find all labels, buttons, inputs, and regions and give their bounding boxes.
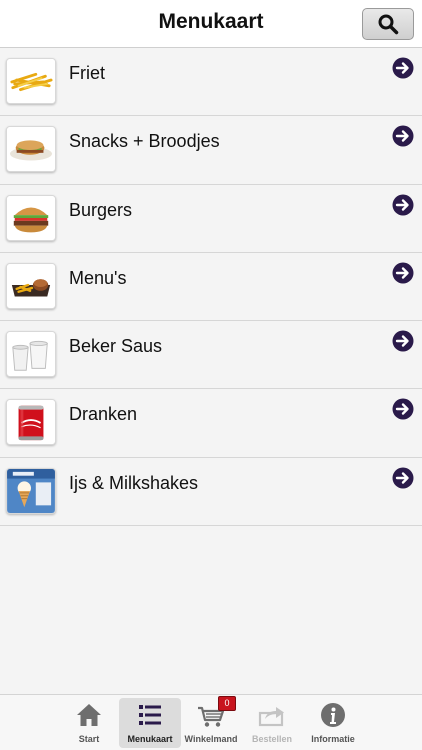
snacks-thumbnail [6,126,56,173]
share-icon [258,707,284,727]
menu-item-label: Menu's [69,267,127,288]
page-title: Menukaart [158,10,264,33]
menu-item-menus[interactable]: Menu's [0,252,422,322]
fries-thumbnail [6,58,56,104]
menu-item-ijs-milkshakes[interactable]: Ijs & Milkshakes [0,457,422,527]
menu-category-list: Friet Snacks + Broodjes Burgers Menu's B… [0,48,422,527]
menu-item-label: Ijs & Milkshakes [69,472,199,493]
tab-informatie[interactable]: Informatie [302,698,364,748]
arrow-right-icon[interactable] [392,57,414,79]
menu-item-dranken[interactable]: Dranken [0,389,422,458]
info-icon [321,703,345,727]
arrow-right-icon[interactable] [392,467,414,489]
tab-label: Informatie [311,734,355,744]
list-icon [139,705,161,725]
search-icon [378,14,399,35]
home-icon [77,704,101,726]
menu-item-friet[interactable]: Friet [0,48,422,117]
arrow-right-icon[interactable] [392,125,414,147]
menu-item-burgers[interactable]: Burgers [0,184,422,253]
cart-count-badge: 0 [218,696,236,711]
menu-item-label: Burgers [69,199,133,220]
tab-bestellen[interactable]: Bestellen [241,698,303,748]
tab-label: Start [78,734,100,744]
menu-item-label: Beker Saus [69,336,163,357]
arrow-right-icon[interactable] [392,398,414,420]
burger-thumbnail [6,194,56,241]
menu-tray-thumbnail [6,262,56,309]
menu-item-snacks-broodjes[interactable]: Snacks + Broodjes [0,116,422,185]
sauce-cups-thumbnail [6,331,56,378]
tab-winkelmand[interactable]: 0 Winkelmand [180,696,242,748]
search-button[interactable] [362,8,414,40]
tab-label: Menukaart [127,734,173,744]
tab-start[interactable]: Start [58,698,120,748]
menu-item-label: Snacks + Broodjes [69,131,220,152]
navigation-bar: Menukaart [0,0,422,48]
ice-cream-thumbnail [6,467,56,514]
arrow-right-icon[interactable] [392,262,414,284]
arrow-right-icon[interactable] [392,194,414,216]
menu-item-label: Dranken [69,404,138,425]
tab-menukaart[interactable]: Menukaart [119,698,181,748]
tab-label: Bestellen [251,734,293,744]
tab-bar: Start Menukaart 0 Winkelmand Bestellen I… [0,694,422,750]
tab-label: Winkelmand [184,734,238,744]
menu-item-label: Friet [69,63,105,83]
menu-item-beker-saus[interactable]: Beker Saus [0,321,422,390]
arrow-right-icon[interactable] [392,330,414,352]
cola-can-thumbnail [6,399,56,446]
